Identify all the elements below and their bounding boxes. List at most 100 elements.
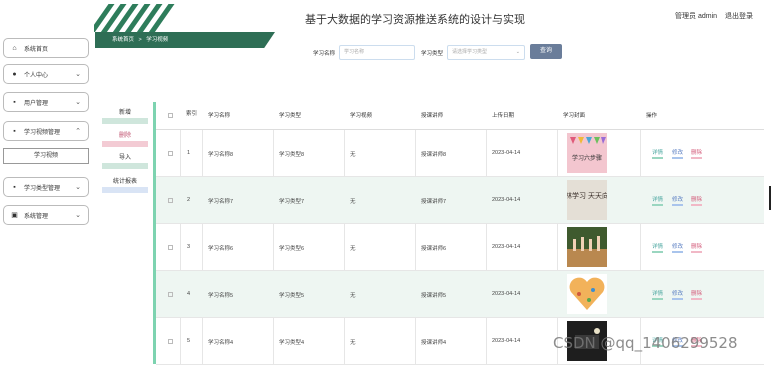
sidebar-item-system[interactable]: ▣ 系统管理 ⌄ — [3, 205, 89, 225]
top-bar: 基于大数据的学习资源推送系统的设计与实现 管理员 admin 退出登录 — [0, 0, 779, 32]
cover-text: 森林学习 天天向上 — [567, 191, 607, 200]
detail-link[interactable]: 详情 — [652, 242, 664, 253]
cell-type: 学习类型7 — [279, 199, 305, 205]
delete-link[interactable]: 删除 — [691, 148, 703, 159]
sidebar: ⌂ 系统首页 ● 个人中心 ⌄ ▪ 用户管理 ⌄ ▪ 学习视频管理 ⌃ 学习视频… — [0, 36, 95, 364]
header-name[interactable]: 学习名称 — [208, 111, 230, 119]
add-button-label: 新增 — [118, 110, 131, 116]
row-checkbox[interactable] — [168, 198, 173, 203]
delete-link[interactable]: 删除 — [691, 289, 703, 300]
header-type[interactable]: 学习类型 — [279, 111, 301, 119]
cell-index: 2 — [187, 197, 191, 203]
chevron-down-icon: ⌄ — [75, 99, 81, 106]
type-label: 学习类型 — [421, 51, 444, 57]
sidebar-item-label: 学习视频管理 — [24, 129, 61, 136]
cell-video: 无 — [350, 199, 356, 205]
header-cover[interactable]: 学习封面 — [563, 111, 585, 119]
breadcrumb-home[interactable]: 系统首页 — [112, 37, 134, 43]
sidebar-item-type-management[interactable]: ▪ 学习类型管理 ⌄ — [3, 177, 89, 197]
grid-icon: ▪ — [13, 183, 16, 191]
cover-image[interactable]: 森林学习 天天向上 — [567, 180, 607, 220]
cell-name: 学习名称7 — [208, 199, 234, 205]
header-date[interactable]: 上传日期 — [492, 111, 514, 119]
header-teacher[interactable]: 授课讲师 — [421, 111, 443, 119]
delete-button[interactable]: 删除 — [102, 131, 148, 147]
calendar-icon: ▣ — [11, 211, 18, 219]
chevron-up-icon: ⌃ — [75, 128, 81, 135]
cell-name: 学习名称6 — [208, 246, 234, 252]
sidebar-item-label: 学习类型管理 — [24, 185, 61, 192]
select-all-checkbox[interactable] — [168, 113, 173, 118]
chevron-down-icon: ⌄ — [75, 184, 81, 191]
cell-type: 学习类型5 — [279, 293, 305, 299]
table-row: 4 学习名称5 学习类型5 无 授课讲师5 2023-04-14 详情 修改 删… — [156, 271, 764, 318]
breadcrumb-current: 学习视频 — [146, 37, 169, 43]
cell-type: 学习类型4 — [279, 340, 305, 346]
detail-link[interactable]: 详情 — [652, 148, 664, 159]
edit-link[interactable]: 修改 — [672, 148, 684, 159]
cell-index: 5 — [187, 338, 191, 344]
cover-image[interactable]: 学习六步骤 — [567, 133, 607, 173]
import-button[interactable]: 导入 — [102, 153, 148, 169]
detail-link[interactable]: 详情 — [652, 195, 664, 206]
home-icon: ⌂ — [12, 44, 17, 52]
delete-button-label: 删除 — [118, 133, 131, 139]
user-area: 管理员 admin 退出登录 — [669, 11, 753, 21]
sidebar-item-label: 系统管理 — [24, 213, 49, 220]
header-index: 索引 — [186, 111, 198, 117]
header-actions: 操作 — [646, 113, 658, 119]
cell-teacher: 授课讲师5 — [421, 293, 447, 299]
breadcrumb-separator: > — [138, 37, 142, 43]
cell-name: 学习名称5 — [208, 293, 234, 299]
chevron-down-icon: ⌄ — [75, 71, 81, 78]
cover-text: 学习六步骤 — [572, 154, 602, 162]
type-select[interactable]: 请选择学习类型 ⌄ — [447, 45, 525, 60]
edit-link[interactable]: 修改 — [672, 289, 684, 300]
name-search-input[interactable]: 学习名称 — [339, 45, 415, 60]
sidebar-item-profile[interactable]: ● 个人中心 ⌄ — [3, 64, 89, 84]
add-button[interactable]: 新增 — [102, 108, 148, 124]
detail-link[interactable]: 详情 — [652, 289, 664, 300]
cover-image[interactable] — [567, 274, 607, 314]
cell-video: 无 — [350, 340, 356, 346]
search-button[interactable]: 查询 — [530, 44, 562, 59]
sidebar-item-users[interactable]: ▪ 用户管理 ⌄ — [3, 92, 89, 112]
sidebar-item-home[interactable]: ⌂ 系统首页 — [3, 38, 89, 58]
cell-index: 1 — [187, 150, 191, 156]
breadcrumb: 系统首页 > 学习视频 — [112, 35, 168, 43]
name-label: 学习名称 — [313, 51, 336, 57]
row-checkbox[interactable] — [168, 292, 173, 297]
sidebar-item-label: 个人中心 — [24, 72, 49, 79]
row-checkbox[interactable] — [168, 151, 173, 156]
cursor-text-caret — [769, 186, 771, 210]
delete-link[interactable]: 删除 — [691, 242, 703, 253]
grid-icon: ▪ — [13, 127, 16, 135]
row-checkbox[interactable] — [168, 245, 173, 250]
cell-name: 学习名称8 — [208, 152, 234, 158]
sidebar-subitem-label: 学习视频 — [33, 153, 58, 159]
sidebar-subitem-videos[interactable]: 学习视频 — [3, 148, 89, 164]
cell-teacher: 授课讲师4 — [421, 340, 447, 346]
edit-link[interactable]: 修改 — [672, 195, 684, 206]
stats-button[interactable]: 统计报表 — [102, 177, 148, 193]
person-icon: ● — [12, 70, 17, 78]
cell-type: 学习类型8 — [279, 152, 305, 158]
edit-link[interactable]: 修改 — [672, 242, 684, 253]
cell-date: 2023-04-14 — [492, 150, 521, 156]
cell-teacher: 授课讲师7 — [421, 199, 447, 205]
cell-date: 2023-04-14 — [492, 244, 521, 250]
table-header: 索引 学习名称 学习类型 学习视频 授课讲师 上传日期 学习封面 操作 — [156, 102, 764, 130]
logout-link[interactable]: 退出登录 — [725, 13, 753, 20]
sidebar-item-video-management[interactable]: ▪ 学习视频管理 ⌃ — [3, 121, 89, 141]
type-select-placeholder: 请选择学习类型 — [452, 49, 488, 55]
cell-date: 2023-04-14 — [492, 291, 521, 297]
table-row: 2 学习名称7 学习类型7 无 授课讲师7 2023-04-14 森林学习 天天… — [156, 177, 764, 224]
grid-icon: ▪ — [13, 98, 16, 106]
delete-link[interactable]: 删除 — [691, 195, 703, 206]
cell-teacher: 授课讲师8 — [421, 152, 447, 158]
cell-index: 3 — [187, 244, 191, 250]
sidebar-item-label: 系统首页 — [24, 46, 49, 53]
row-checkbox[interactable] — [168, 339, 173, 344]
cover-image[interactable] — [567, 227, 607, 267]
header-video[interactable]: 学习视频 — [350, 111, 372, 119]
